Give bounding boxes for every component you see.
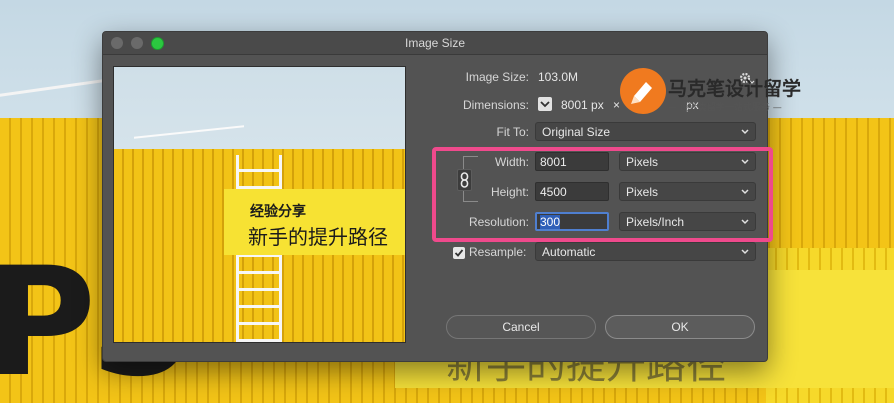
watermark-name: 马克笔设计留学 (668, 78, 802, 100)
dialog-title: Image Size (404, 36, 466, 50)
image-preview[interactable]: 经验分享 新手的提升路径 (113, 66, 406, 343)
checkmark-icon (454, 249, 464, 257)
marker-pen-icon (620, 68, 666, 114)
image-size-value: 103.0M (538, 70, 579, 84)
image-size-label: Image Size: (465, 70, 529, 84)
chevron-down-icon (741, 129, 749, 135)
resample-select[interactable]: Automatic (535, 242, 756, 261)
preview-tag-text: 经验分享 (250, 204, 306, 220)
dimensions-separator: × (613, 98, 621, 112)
watermark: 马克笔设计留学 — 设计类留学一站式服务 — (620, 68, 820, 126)
dimensions-label: Dimensions: (462, 98, 529, 112)
dialog-titlebar[interactable]: Image Size (103, 32, 767, 55)
watermark-subtitle: — 设计类留学一站式服务 — (668, 103, 782, 113)
fit-to-label: Fit To: (496, 125, 529, 139)
chevron-down-icon (741, 249, 749, 255)
dimensions-value: 8001 px (561, 98, 604, 112)
dimensions-toggle-icon[interactable] (538, 97, 552, 111)
resample-value: Automatic (542, 245, 596, 259)
preview-headline-text: 新手的提升路径 (248, 225, 388, 249)
resample-checkbox[interactable] (453, 247, 465, 259)
cancel-button[interactable]: Cancel (446, 315, 596, 339)
ok-button[interactable]: OK (605, 315, 755, 339)
fit-to-value: Original Size (542, 125, 611, 139)
annotation-highlight-box (432, 147, 773, 242)
resample-label: Resample: (469, 245, 527, 259)
